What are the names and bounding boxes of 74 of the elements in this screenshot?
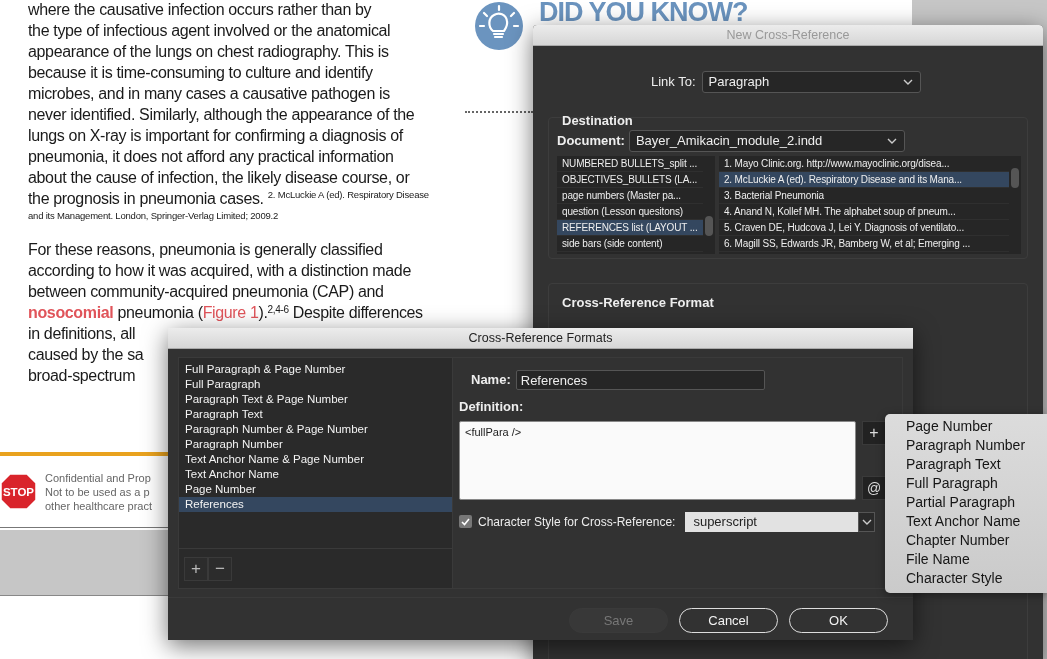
- body-text-line: For these reasons, pneumonia is generally classified: [28, 240, 383, 260]
- menu-item[interactable]: Paragraph Number: [885, 436, 1047, 455]
- insert-building-block-button[interactable]: +: [862, 420, 886, 445]
- body-text-line: the type of infectious agent involved or the anatomical: [28, 22, 391, 39]
- chevron-down-icon: [885, 136, 898, 146]
- format-list-item[interactable]: References: [179, 497, 452, 512]
- format-list-item[interactable]: Text Anchor Name & Page Number: [179, 452, 452, 467]
- menu-item[interactable]: Full Paragraph: [885, 474, 1047, 493]
- body-text-line: where the causative infection occurs rather than by: [28, 1, 372, 18]
- disclaimer-text: Not to be used as a p: [45, 484, 151, 499]
- format-list-item[interactable]: Paragraph Number & Page Number: [179, 422, 452, 437]
- body-text-line: the prognosis in pneumonia cases.: [28, 190, 264, 207]
- body-text-line: broad-spectrum: [28, 366, 136, 386]
- body-text-line: nosocomial pneumonia (Figure 1).$^{2,4-6}$ Despite differences: [28, 303, 423, 323]
- list-item[interactable]: 6. Magill SS, Edwards JR, Bamberg W, et al; Emerging ...: [718, 236, 1009, 252]
- format-list-item[interactable]: Paragraph Text: [179, 407, 452, 422]
- format-list-item[interactable]: Paragraph Number: [179, 437, 452, 452]
- document-dropdown[interactable]: Bayer_Amikacin_module_2.indd: [628, 130, 905, 152]
- menu-item[interactable]: Paragraph Text: [885, 455, 1047, 474]
- format-list-item[interactable]: Full Paragraph & Page Number: [179, 362, 452, 377]
- figure-link[interactable]: Figure 1: [202, 304, 259, 321]
- definition-field[interactable]: <fullPara />: [459, 420, 856, 500]
- footnote-text: and its Management. London, Springer-Verlag Limited; 2009.2: [28, 210, 279, 221]
- body-text-line: between community-acquired pneumonia (CAP) and: [28, 282, 384, 302]
- menu-item[interactable]: Character Style: [885, 569, 1047, 588]
- body-text-line: microbes, and in many cases a causative pathogen is: [28, 85, 390, 102]
- body-text-line: appearance of the lungs on chest radiography. This is: [28, 43, 389, 60]
- link-to-dropdown[interactable]: Paragraph: [701, 71, 921, 93]
- checkbox[interactable]: [459, 515, 472, 528]
- checkbox-label: Character Style for Cross-Reference:: [478, 513, 676, 531]
- field-label: Definition:: [459, 398, 525, 416]
- list-item[interactable]: 5. Craven DE, Hudcova J, Lei Y. Diagnosis of ventilato...: [718, 220, 1009, 236]
- remove-button[interactable]: −: [208, 556, 232, 581]
- list-item[interactable]: side bars (side content): [557, 236, 703, 252]
- list-item[interactable]: 2. McLuckie A (ed). Respiratory Disease and its Mana...: [718, 172, 1009, 188]
- field-label: Document:: [557, 132, 625, 151]
- menu-item[interactable]: Partial Paragraph: [885, 493, 1047, 512]
- body-text-line: because it is time-consuming to culture and identify: [28, 64, 373, 81]
- section-heading: DID YOU KNOW?: [539, 0, 748, 24]
- list-item[interactable]: OBJECTIVES_BULLETS (LA...: [557, 172, 703, 188]
- disclaimer-text: other healthcare pract: [45, 498, 152, 513]
- body-text-line: about the cause of infection, the likely disease course, or: [28, 169, 410, 186]
- list-item[interactable]: 3. Bacterial Pneumonia: [718, 188, 1009, 204]
- format-list-item[interactable]: Full Paragraph: [179, 377, 452, 392]
- list-item[interactable]: REFERENCES list (LAYOUT ...: [557, 220, 703, 236]
- field-label: Name:: [471, 371, 511, 390]
- list-item[interactable]: 4. Anand N, Kollef MH. The alphabet soup of pneum...: [718, 204, 1009, 220]
- name-field[interactable]: References: [515, 370, 765, 390]
- list-item[interactable]: page numbers (Master pa...: [557, 188, 703, 204]
- body-text-line: never identified. Similarly, although the appearance of the: [28, 106, 415, 123]
- disclaimer-text: Confidential and Prop: [45, 470, 152, 485]
- window-title: Cross-Reference Formats: [168, 328, 913, 349]
- menu-item[interactable]: Text Anchor Name: [885, 512, 1047, 531]
- body-text-line: pneumonia, it does not afford any practical information: [28, 148, 394, 165]
- body-text-line: in definitions, all: [28, 324, 136, 344]
- menu-item[interactable]: Page Number: [885, 417, 1047, 436]
- insert-special-character-button[interactable]: @: [862, 475, 886, 500]
- body-text-line: caused by the sa: [28, 345, 144, 365]
- group-label: Destination: [562, 112, 633, 130]
- format-list-item[interactable]: Paragraph Text & Page Number: [179, 392, 452, 407]
- group-label: Cross-Reference Format: [562, 294, 714, 312]
- window-title: New Cross-Reference: [533, 25, 1043, 46]
- chevron-down-icon: [901, 77, 914, 87]
- format-list-item[interactable]: Text Anchor Name: [179, 467, 452, 482]
- field-label: Link To:: [651, 73, 696, 92]
- menu-item[interactable]: Chapter Number: [885, 531, 1047, 550]
- body-text-line: lungs on X-ray is important for confirming a diagnosis of: [28, 127, 403, 144]
- format-list-item[interactable]: Page Number: [179, 482, 452, 497]
- body-text-line: according to how it was acquired, with a distinction made: [28, 261, 411, 281]
- add-button[interactable]: +: [184, 556, 208, 581]
- menu-item[interactable]: File Name: [885, 550, 1047, 569]
- list-item[interactable]: NUMBERED BULLETS_split ...: [557, 156, 703, 172]
- footnote-text: 2. McLuckie A (ed). Respiratory Disease: [267, 189, 429, 200]
- glossary-link[interactable]: nosocomial: [28, 304, 114, 321]
